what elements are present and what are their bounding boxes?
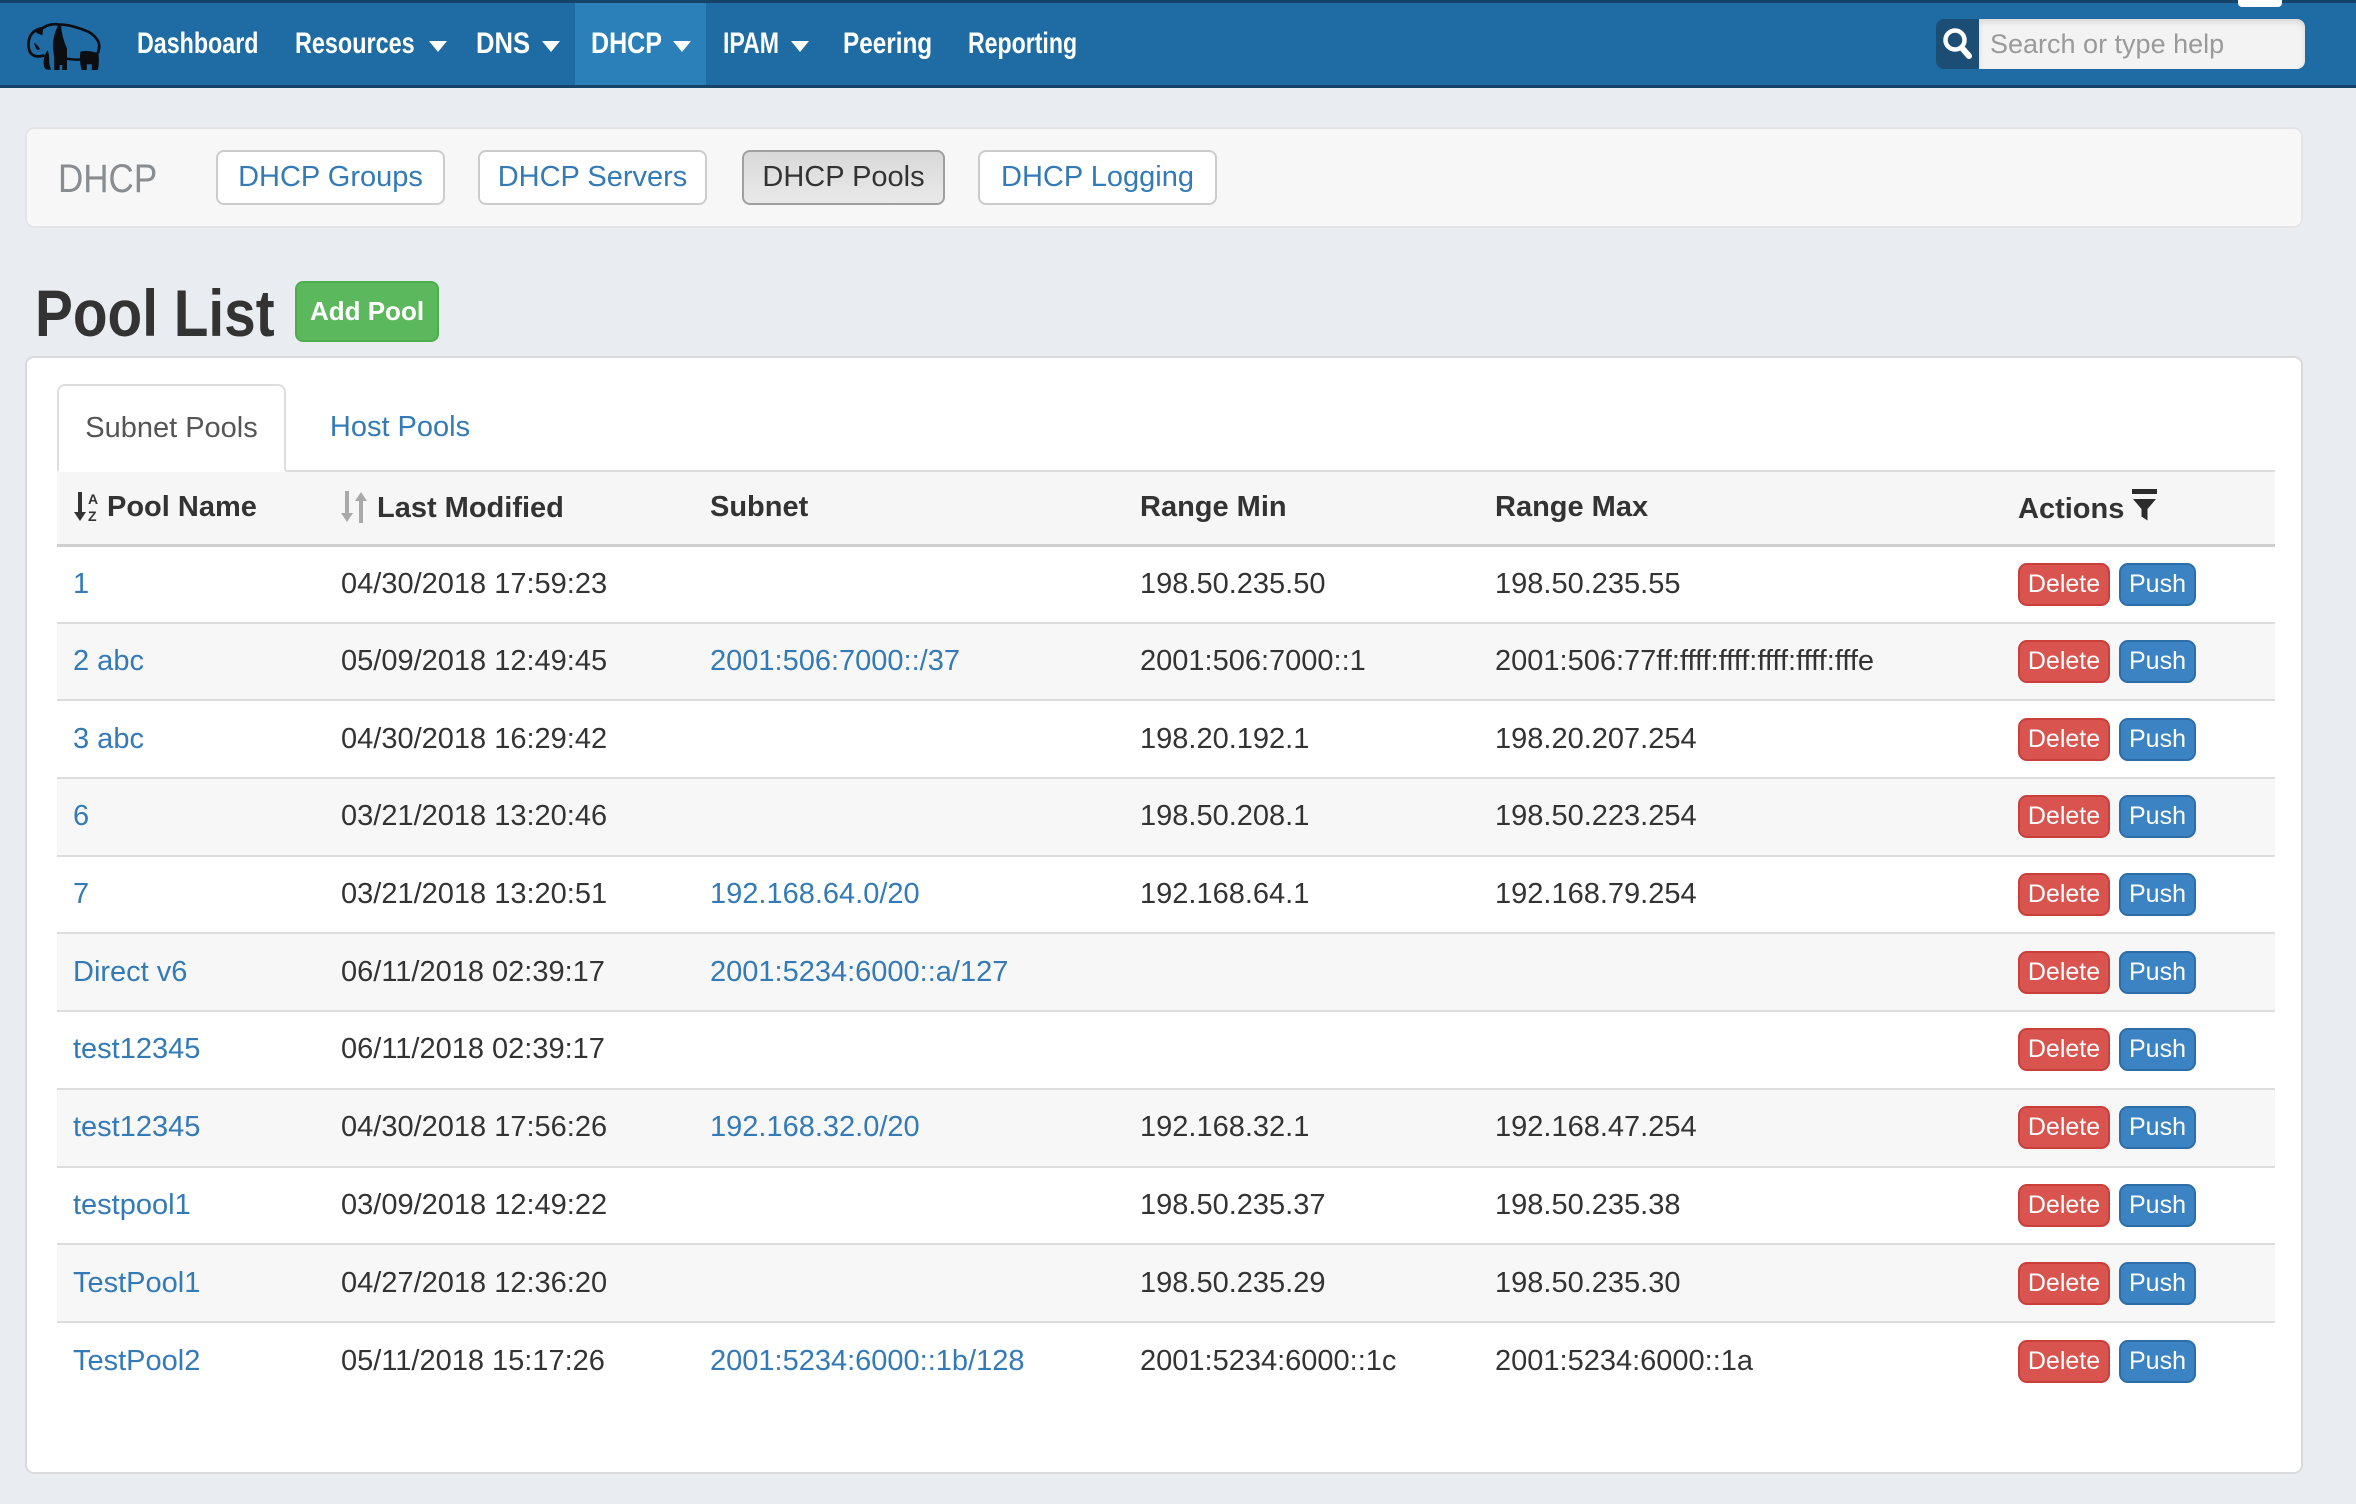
svg-text:Z: Z — [88, 508, 97, 522]
svg-text:A: A — [88, 492, 98, 507]
